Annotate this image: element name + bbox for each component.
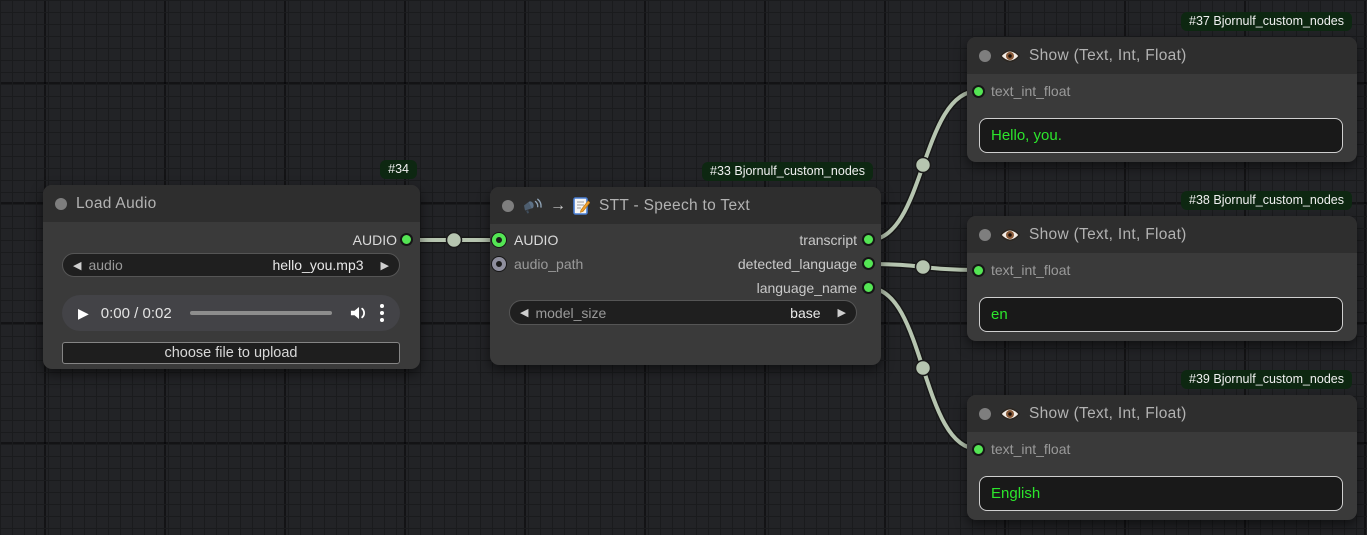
collapse-dot[interactable] bbox=[979, 50, 991, 62]
link-midpoint-dot[interactable] bbox=[916, 361, 931, 376]
show-value-text: en bbox=[991, 306, 1008, 323]
node-graph-canvas[interactable]: #34 Load Audio AUDIO ◀ audio hello_you.m… bbox=[0, 0, 1367, 535]
output-label-language-name: language_name bbox=[757, 280, 857, 296]
show-value-textarea[interactable]: en bbox=[979, 297, 1343, 332]
node-show-language-name[interactable]: #39 Bjornulf_custom_nodes Show (Text, In… bbox=[967, 395, 1357, 520]
audio-player-widget[interactable]: ▶ 0:00 / 0:02 bbox=[62, 295, 400, 331]
eye-icon bbox=[1000, 228, 1020, 242]
combo-next-icon[interactable]: ▶ bbox=[381, 259, 389, 272]
eye-icon bbox=[1000, 49, 1020, 63]
node-title: Load Audio bbox=[76, 195, 157, 213]
node-stt-speech-to-text[interactable]: #33 Bjornulf_custom_nodes → STT - Speech… bbox=[490, 187, 881, 365]
show-value-textarea[interactable]: Hello, you. bbox=[979, 118, 1343, 153]
show-value-text: Hello, you. bbox=[991, 127, 1062, 144]
node-titlebar[interactable]: Show (Text, Int, Float) bbox=[967, 395, 1357, 432]
link-midpoint-dot[interactable] bbox=[916, 158, 931, 173]
input-socket-text-int-float[interactable] bbox=[972, 85, 985, 98]
node-show-detected-language[interactable]: #38 Bjornulf_custom_nodes Show (Text, In… bbox=[967, 216, 1357, 341]
collapse-dot[interactable] bbox=[979, 408, 991, 420]
input-label: text_int_float bbox=[991, 441, 1070, 457]
audio-combo-widget[interactable]: ◀ audio hello_you.mp3 ▶ bbox=[62, 253, 400, 277]
loudspeaker-icon bbox=[523, 197, 543, 215]
input-label: text_int_float bbox=[991, 262, 1070, 278]
model-size-combo-widget[interactable]: ◀ model_size base ▶ bbox=[509, 300, 857, 325]
node-titlebar[interactable]: Load Audio bbox=[43, 185, 420, 222]
combo-label: model_size bbox=[535, 305, 606, 321]
node-badge: #37 Bjornulf_custom_nodes bbox=[1181, 12, 1352, 31]
output-socket-detected-language[interactable] bbox=[862, 257, 875, 270]
combo-next-icon[interactable]: ▶ bbox=[838, 306, 846, 319]
choose-file-button[interactable]: choose file to upload bbox=[62, 342, 400, 364]
player-menu-icon[interactable] bbox=[380, 304, 384, 322]
combo-prev-icon[interactable]: ◀ bbox=[520, 306, 528, 319]
play-button[interactable]: ▶ bbox=[78, 305, 89, 322]
input-socket-text-int-float[interactable] bbox=[972, 264, 985, 277]
node-show-transcript[interactable]: #37 Bjornulf_custom_nodes Show (Text, In… bbox=[967, 37, 1357, 162]
input-label-audio: AUDIO bbox=[514, 232, 558, 248]
choose-file-label: choose file to upload bbox=[164, 345, 297, 361]
output-socket-transcript[interactable] bbox=[862, 233, 875, 246]
output-label-transcript: transcript bbox=[799, 232, 857, 248]
node-title: STT - Speech to Text bbox=[599, 197, 750, 215]
show-value-textarea[interactable]: English bbox=[979, 476, 1343, 511]
eye-icon bbox=[1000, 407, 1020, 421]
collapse-dot[interactable] bbox=[55, 198, 67, 210]
seek-bar[interactable] bbox=[190, 311, 332, 315]
input-socket-audio[interactable] bbox=[492, 233, 506, 247]
node-title: Show (Text, Int, Float) bbox=[1029, 226, 1187, 244]
arrow-right-icon: → bbox=[550, 197, 566, 215]
node-load-audio[interactable]: #34 Load Audio AUDIO ◀ audio hello_you.m… bbox=[43, 185, 420, 369]
node-title: Show (Text, Int, Float) bbox=[1029, 47, 1187, 65]
node-badge: #33 Bjornulf_custom_nodes bbox=[702, 162, 873, 181]
input-label: text_int_float bbox=[991, 83, 1070, 99]
memo-icon bbox=[573, 197, 590, 215]
output-label-detected-language: detected_language bbox=[738, 256, 857, 272]
input-socket-audio-path[interactable] bbox=[492, 257, 506, 271]
collapse-dot[interactable] bbox=[979, 229, 991, 241]
combo-value: base bbox=[790, 305, 820, 321]
output-socket-audio[interactable] bbox=[400, 233, 413, 246]
output-label-audio: AUDIO bbox=[353, 232, 397, 248]
link-midpoint-dot[interactable] bbox=[447, 233, 462, 248]
node-titlebar[interactable]: Show (Text, Int, Float) bbox=[967, 37, 1357, 74]
node-titlebar[interactable]: Show (Text, Int, Float) bbox=[967, 216, 1357, 253]
player-time: 0:00 / 0:02 bbox=[101, 305, 172, 322]
node-badge: #38 Bjornulf_custom_nodes bbox=[1181, 191, 1352, 210]
output-socket-language-name[interactable] bbox=[862, 281, 875, 294]
combo-value: hello_you.mp3 bbox=[272, 257, 363, 273]
combo-prev-icon[interactable]: ◀ bbox=[73, 259, 81, 272]
node-badge: #34 bbox=[380, 160, 417, 179]
input-socket-text-int-float[interactable] bbox=[972, 443, 985, 456]
node-titlebar[interactable]: → STT - Speech to Text bbox=[490, 187, 881, 224]
node-title: Show (Text, Int, Float) bbox=[1029, 405, 1187, 423]
combo-label: audio bbox=[88, 257, 122, 273]
input-label-audio-path: audio_path bbox=[514, 256, 583, 272]
volume-icon[interactable] bbox=[350, 305, 368, 321]
node-badge: #39 Bjornulf_custom_nodes bbox=[1181, 370, 1352, 389]
show-value-text: English bbox=[991, 485, 1040, 502]
link-midpoint-dot[interactable] bbox=[916, 260, 931, 275]
collapse-dot[interactable] bbox=[502, 200, 514, 212]
